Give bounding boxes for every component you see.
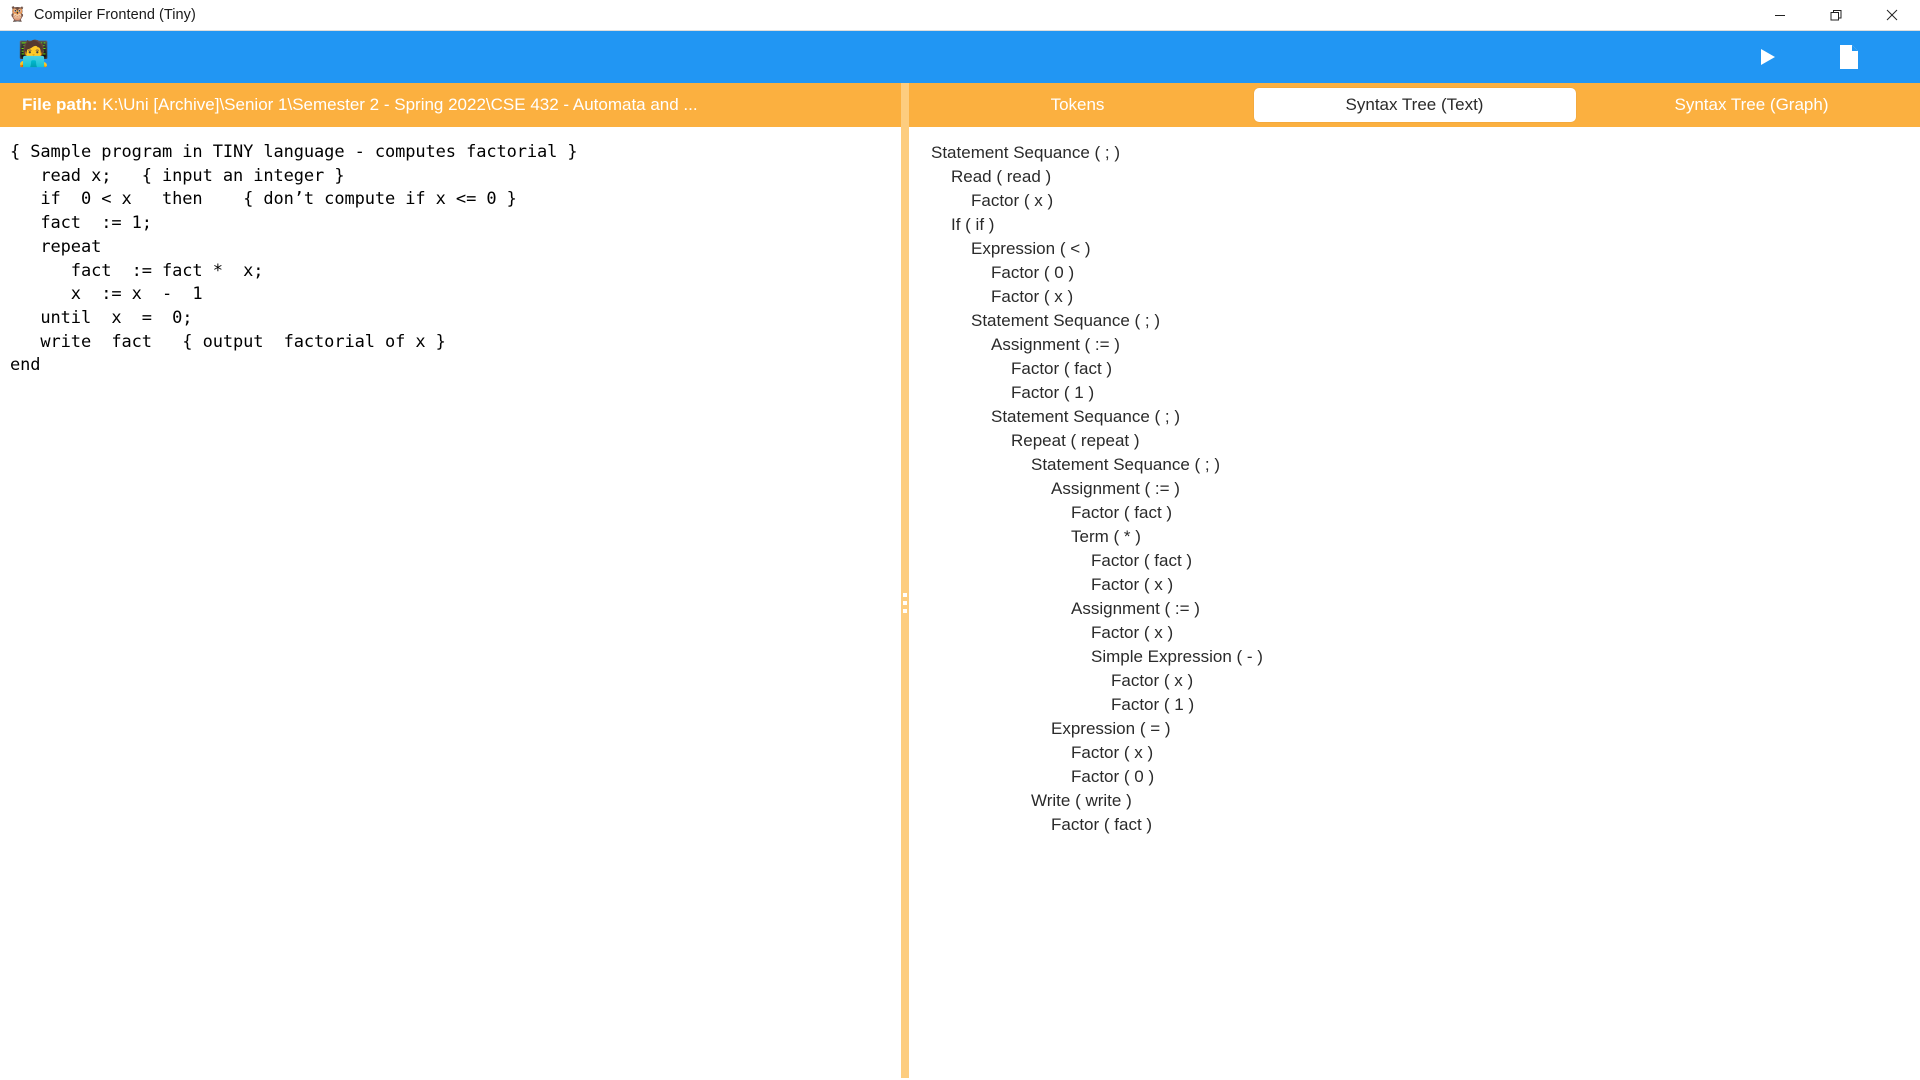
syntax-tree-line: Statement Sequance ( ; ) bbox=[909, 141, 1920, 165]
window-controls bbox=[1752, 0, 1920, 30]
syntax-tree-line: Expression ( < ) bbox=[909, 237, 1920, 261]
file-path-value: K:\Uni [Archive]\Senior 1\Semester 2 - S… bbox=[102, 95, 697, 114]
splitter-header-segment bbox=[901, 83, 909, 127]
syntax-tree-line: Term ( * ) bbox=[909, 525, 1920, 549]
main-toolbar: 🧑‍💻 bbox=[0, 31, 1920, 83]
syntax-tree-line: Repeat ( repeat ) bbox=[909, 429, 1920, 453]
syntax-tree-line: Factor ( 1 ) bbox=[909, 693, 1920, 717]
syntax-tree-line: Factor ( 0 ) bbox=[909, 261, 1920, 285]
pane-splitter[interactable] bbox=[901, 127, 909, 1078]
window-title: Compiler Frontend (Tiny) bbox=[34, 7, 196, 23]
syntax-tree-line: Assignment ( := ) bbox=[909, 477, 1920, 501]
syntax-tree-line: Factor ( x ) bbox=[909, 621, 1920, 645]
syntax-tree-line: Statement Sequance ( ; ) bbox=[909, 453, 1920, 477]
file-path-section: File path: K:\Uni [Archive]\Senior 1\Sem… bbox=[0, 83, 901, 127]
main-body: { Sample program in TINY language - comp… bbox=[0, 127, 1920, 1078]
tab-syntax-tree-text[interactable]: Syntax Tree (Text) bbox=[1254, 88, 1576, 122]
syntax-tree-line: Assignment ( := ) bbox=[909, 333, 1920, 357]
source-code-pane: { Sample program in TINY language - comp… bbox=[0, 127, 901, 1078]
owl-app-icon: 🦉 bbox=[8, 6, 26, 24]
syntax-tree-line: Factor ( fact ) bbox=[909, 357, 1920, 381]
tab-wrap-syntax-tree-graph: Syntax Tree (Graph) bbox=[1583, 88, 1920, 122]
title-bar-left: 🦉 Compiler Frontend (Tiny) bbox=[0, 6, 196, 24]
syntax-tree-line: Statement Sequance ( ; ) bbox=[909, 309, 1920, 333]
syntax-tree-text-output: Statement Sequance ( ; )Read ( read )Fac… bbox=[909, 127, 1920, 837]
splitter-grip-icon bbox=[903, 593, 907, 613]
syntax-tree-line: Assignment ( := ) bbox=[909, 597, 1920, 621]
title-bar: 🦉 Compiler Frontend (Tiny) bbox=[0, 0, 1920, 31]
tab-tokens[interactable]: Tokens bbox=[909, 88, 1246, 122]
app-window: 🦉 Compiler Frontend (Tiny) bbox=[0, 0, 1920, 1080]
syntax-tree-line: Factor ( fact ) bbox=[909, 813, 1920, 837]
tab-syntax-tree-graph[interactable]: Syntax Tree (Graph) bbox=[1583, 88, 1920, 122]
syntax-tree-pane: Statement Sequance ( ; )Read ( read )Fac… bbox=[909, 127, 1920, 1078]
syntax-tree-line: Factor ( x ) bbox=[909, 285, 1920, 309]
syntax-tree-line: Factor ( x ) bbox=[909, 741, 1920, 765]
sub-header-bar: File path: K:\Uni [Archive]\Senior 1\Sem… bbox=[0, 83, 1920, 127]
syntax-tree-line: Factor ( 1 ) bbox=[909, 381, 1920, 405]
syntax-tree-line: Factor ( x ) bbox=[909, 573, 1920, 597]
view-tabs: Tokens Syntax Tree (Text) Syntax Tree (G… bbox=[909, 83, 1920, 127]
syntax-tree-line: Expression ( = ) bbox=[909, 717, 1920, 741]
syntax-tree-line: Read ( read ) bbox=[909, 165, 1920, 189]
source-code-editor[interactable]: { Sample program in TINY language - comp… bbox=[0, 127, 901, 378]
file-icon bbox=[1837, 44, 1861, 70]
syntax-tree-line: Factor ( x ) bbox=[909, 669, 1920, 693]
restore-button[interactable] bbox=[1808, 0, 1864, 30]
minimize-button[interactable] bbox=[1752, 0, 1808, 30]
syntax-tree-line: Factor ( fact ) bbox=[909, 549, 1920, 573]
tab-wrap-tokens: Tokens bbox=[909, 88, 1246, 122]
tab-wrap-syntax-tree-text: Syntax Tree (Text) bbox=[1246, 88, 1583, 122]
syntax-tree-line: Factor ( 0 ) bbox=[909, 765, 1920, 789]
syntax-tree-line: Statement Sequance ( ; ) bbox=[909, 405, 1920, 429]
toolbar-actions bbox=[1752, 42, 1920, 72]
run-button[interactable] bbox=[1752, 42, 1782, 72]
file-path-label: File path: bbox=[22, 95, 98, 114]
syntax-tree-line: If ( if ) bbox=[909, 213, 1920, 237]
technologist-emoji-icon: 🧑‍💻 bbox=[18, 42, 48, 72]
close-button[interactable] bbox=[1864, 0, 1920, 30]
syntax-tree-line: Factor ( fact ) bbox=[909, 501, 1920, 525]
file-path: File path: K:\Uni [Archive]\Senior 1\Sem… bbox=[0, 95, 698, 115]
syntax-tree-line: Factor ( x ) bbox=[909, 189, 1920, 213]
syntax-tree-line: Write ( write ) bbox=[909, 789, 1920, 813]
run-icon bbox=[1756, 46, 1778, 68]
new-file-button[interactable] bbox=[1834, 42, 1864, 72]
syntax-tree-line: Simple Expression ( - ) bbox=[909, 645, 1920, 669]
